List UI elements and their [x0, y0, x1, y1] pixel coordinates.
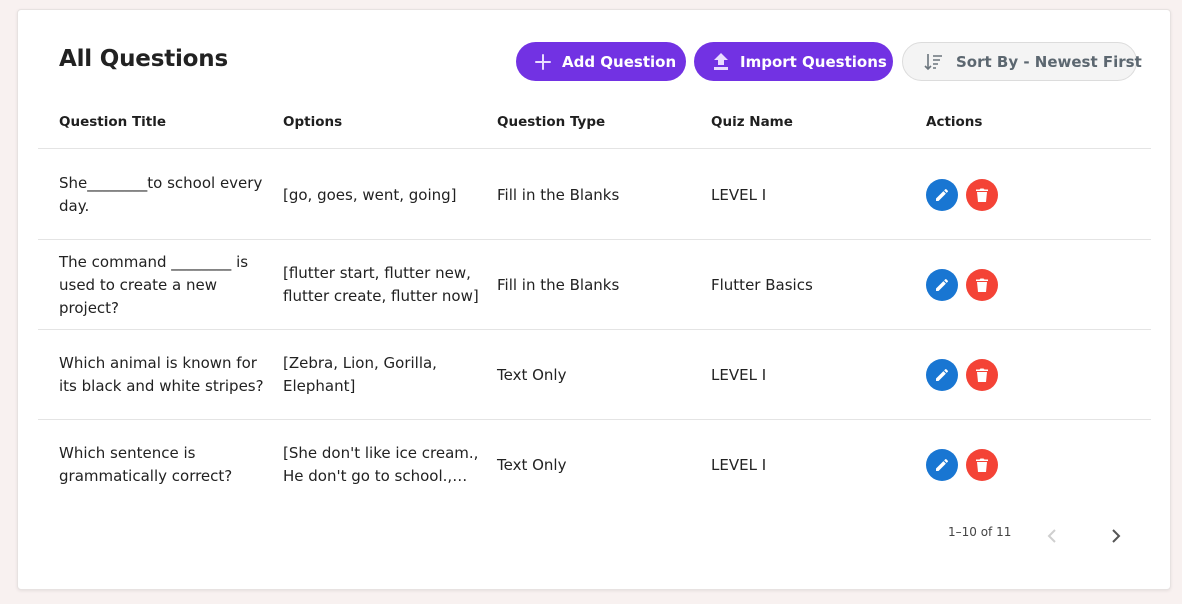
- question-title-cell: She________to school every day.: [59, 174, 263, 215]
- question-type-cell: Text Only: [497, 365, 567, 384]
- table-row: Which sentence is grammatically correct?…: [38, 420, 1151, 510]
- table-row: The command ________ is used to create a…: [38, 240, 1151, 330]
- sort-button[interactable]: Sort By - Newest First: [902, 42, 1142, 81]
- edit-button[interactable]: [926, 269, 958, 301]
- pencil-icon: [936, 278, 949, 291]
- next-page-button[interactable]: [1104, 524, 1128, 548]
- previous-page-button[interactable]: [1040, 524, 1064, 548]
- options-cell: [Zebra, Lion, Gorilla, Elephant]: [283, 354, 437, 395]
- trash-icon: [976, 188, 988, 202]
- sort-label: Sort By - Newest First: [956, 52, 1142, 71]
- question-type-cell: Fill in the Blanks: [497, 185, 620, 204]
- plus-icon: [533, 52, 553, 72]
- pencil-icon: [936, 458, 949, 471]
- column-header-quiz-name: Quiz Name: [711, 114, 793, 130]
- options-cell: [She don't like ice cream., He don't go …: [283, 444, 479, 485]
- quiz-name-cell: LEVEL I: [711, 365, 767, 384]
- table-row: She________to school every day. [go, goe…: [38, 150, 1151, 240]
- chevron-right-icon: [1112, 529, 1121, 543]
- column-header-options: Options: [283, 114, 343, 130]
- add-question-label: Add Question: [562, 52, 677, 71]
- quiz-name-cell: Flutter Basics: [711, 275, 813, 294]
- import-questions-label: Import Questions: [740, 52, 887, 71]
- quiz-name-cell: LEVEL I: [711, 185, 767, 204]
- options-cell: [flutter start, flutter new, flutter cre…: [283, 264, 479, 305]
- question-type-cell: Fill in the Blanks: [497, 275, 620, 294]
- table-row: Which animal is known for its black and …: [38, 330, 1151, 420]
- pencil-icon: [936, 368, 949, 381]
- actions-cell: [926, 420, 1046, 510]
- actions-cell: [926, 330, 1046, 420]
- pencil-icon: [936, 188, 949, 201]
- edit-button[interactable]: [926, 359, 958, 391]
- upload-icon: [711, 52, 731, 72]
- edit-button[interactable]: [926, 179, 958, 211]
- trash-icon: [976, 368, 988, 382]
- delete-button[interactable]: [966, 179, 998, 211]
- question-title-cell: Which animal is known for its black and …: [59, 354, 264, 395]
- question-type-cell: Text Only: [497, 455, 567, 474]
- page-title: All Questions: [59, 46, 228, 72]
- import-questions-button[interactable]: Import Questions: [694, 42, 893, 81]
- delete-button[interactable]: [966, 359, 998, 391]
- delete-button[interactable]: [966, 269, 998, 301]
- trash-icon: [976, 278, 988, 292]
- column-header-question-title: Question Title: [59, 114, 167, 130]
- question-title-cell: The command ________ is used to create a…: [59, 252, 249, 317]
- actions-cell: [926, 240, 1046, 330]
- options-cell: [go, goes, went, going]: [283, 185, 457, 204]
- chevron-left-icon: [1047, 529, 1056, 543]
- table-header: Question Title Options Question Type Qui…: [38, 103, 1151, 149]
- actions-cell: [926, 150, 1046, 240]
- sort-icon: [923, 52, 943, 72]
- add-question-button[interactable]: Add Question: [516, 42, 686, 81]
- question-title-cell: Which sentence is grammatically correct?: [59, 444, 233, 485]
- column-header-actions: Actions: [926, 114, 983, 130]
- trash-icon: [976, 458, 988, 472]
- edit-button[interactable]: [926, 449, 958, 481]
- pagination-range: 1–10 of 11: [948, 525, 1012, 539]
- quiz-name-cell: LEVEL I: [711, 455, 767, 474]
- questions-card: All Questions Add Question Import Questi…: [17, 9, 1171, 590]
- delete-button[interactable]: [966, 449, 998, 481]
- column-header-question-type: Question Type: [497, 114, 606, 130]
